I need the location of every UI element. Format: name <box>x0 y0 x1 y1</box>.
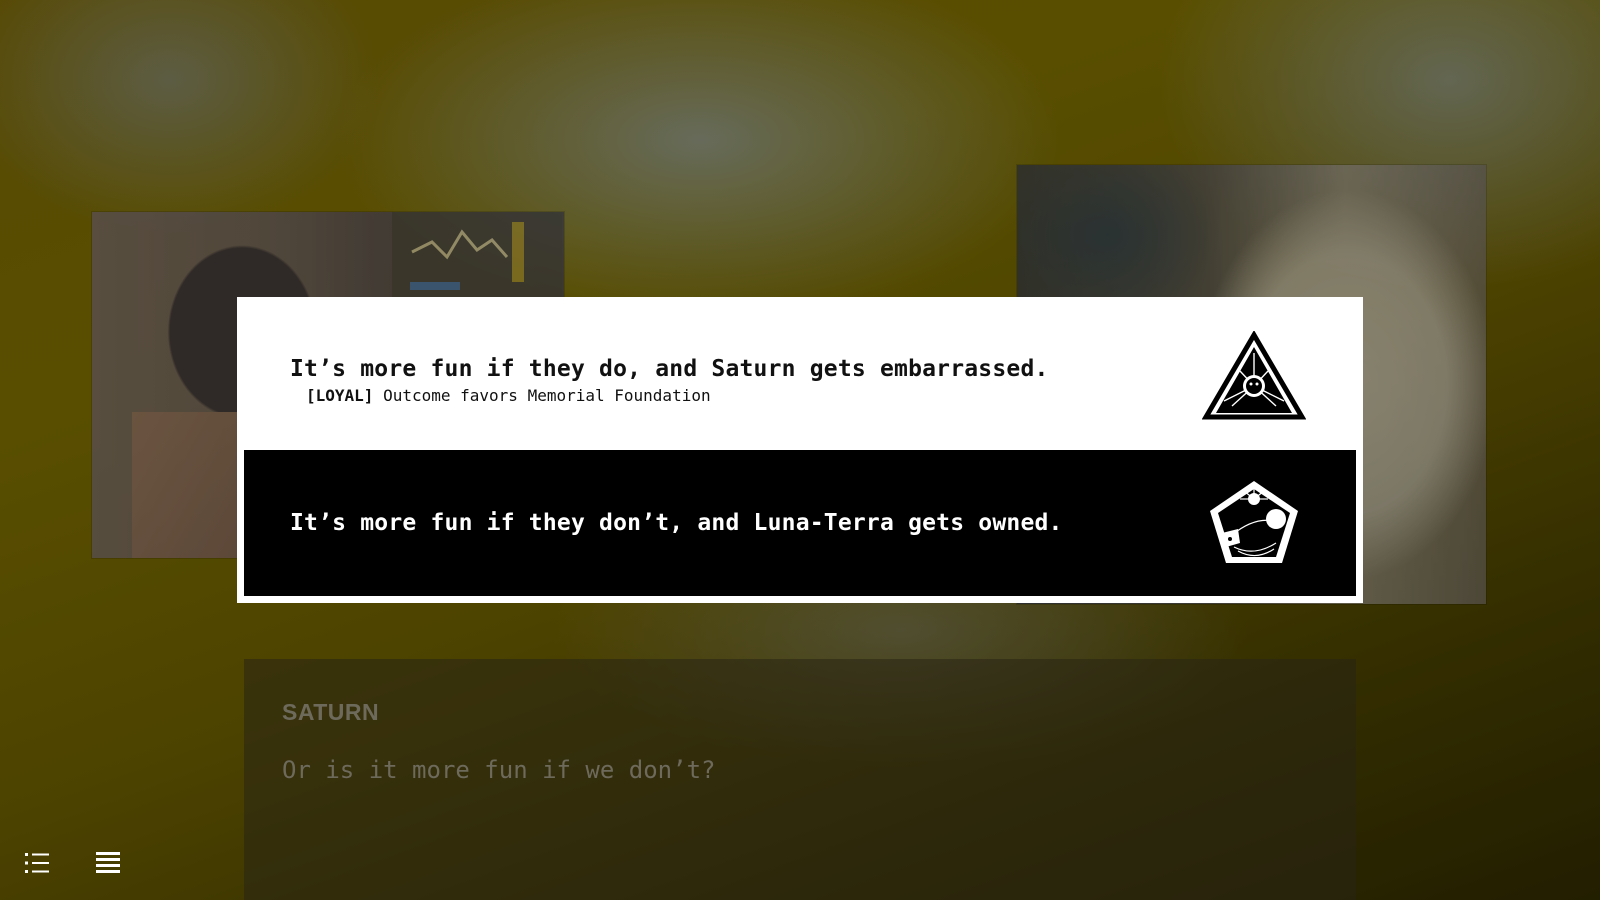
dialogue-box[interactable]: SATURN Or is it more fun if we don’t? <box>244 659 1356 900</box>
choice-option-loyal[interactable]: It’s more fun if they do, and Saturn get… <box>244 304 1356 450</box>
choice-option-luna-terra[interactable]: It’s more fun if they don’t, and Luna-Te… <box>244 450 1356 596</box>
choice-text: It’s more fun if they do, and Saturn get… <box>290 350 1202 405</box>
speaker-name: SATURN <box>282 699 380 725</box>
choice-text: It’s more fun if they don’t, and Luna-Te… <box>290 510 1202 536</box>
list-icon[interactable] <box>24 850 50 876</box>
luna-terra-pentagon-icon <box>1202 475 1306 571</box>
memorial-foundation-triangle-icon <box>1202 329 1306 425</box>
choice-outcome: [LOYAL] Outcome favors Memorial Foundati… <box>290 386 1202 405</box>
choice-panel: It’s more fun if they do, and Saturn get… <box>237 297 1363 603</box>
choice-title: It’s more fun if they don’t, and Luna-Te… <box>290 510 1063 536</box>
choice-subtitle: Outcome favors Memorial Foundation <box>383 385 711 405</box>
choice-title: It’s more fun if they do, and Saturn get… <box>290 355 1049 382</box>
dialogue-line: Or is it more fun if we don’t? <box>282 756 716 784</box>
menu-icon[interactable] <box>95 850 121 876</box>
choice-tag: [LOYAL] <box>306 385 374 405</box>
